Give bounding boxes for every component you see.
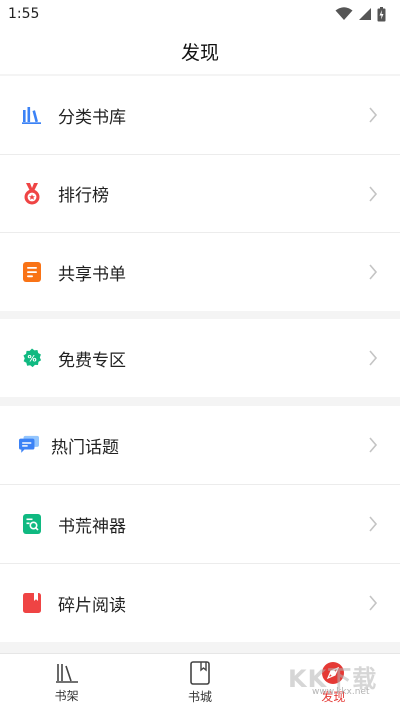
signal-icon: [359, 8, 371, 20]
book-search-icon: [22, 514, 42, 534]
red-book-icon: [22, 593, 42, 613]
list-doc-icon: [22, 262, 42, 282]
chevron-right-icon: [369, 107, 378, 123]
bottom-tab-bar: 书架 书城 发现: [0, 653, 400, 711]
list-item-fragment-reading[interactable]: 碎片阅读: [0, 564, 400, 642]
list-item-label: 分类书库: [58, 107, 126, 128]
chevron-right-icon: [369, 264, 378, 280]
chevron-right-icon: [369, 437, 378, 453]
svg-text:%: %: [27, 354, 36, 364]
status-icons: [335, 6, 386, 22]
chevron-right-icon: [369, 516, 378, 532]
status-bar: 1:55: [0, 0, 400, 28]
wifi-icon: [335, 7, 353, 20]
discover-tab-icon: [322, 661, 345, 684]
list-item-shared-booklist[interactable]: 共享书单: [0, 233, 400, 311]
list-item-book-finder[interactable]: 书荒神器: [0, 485, 400, 563]
tab-label: 书城: [187, 689, 212, 704]
page-title: 发现: [180, 41, 219, 64]
list-item-category-library[interactable]: 分类书库: [0, 76, 400, 154]
chat-bubbles-icon: [19, 435, 39, 455]
list-item-label: 共享书单: [58, 264, 126, 285]
bookshelf-tab-icon: [55, 663, 78, 683]
list-item-label: 书荒神器: [58, 516, 126, 537]
medal-icon: [22, 182, 42, 204]
list-item-free-zone[interactable]: % 免费专区: [0, 319, 400, 397]
tab-label: 发现: [321, 689, 346, 704]
battery-charging-icon: [377, 6, 386, 21]
chevron-right-icon: [369, 185, 378, 202]
list-item-hot-topics[interactable]: 热门话题: [0, 406, 400, 484]
tab-label: 书架: [54, 688, 79, 703]
chevron-right-icon: [369, 595, 378, 611]
header: 发现: [0, 28, 400, 74]
tab-bookstore[interactable]: 书城: [133, 654, 266, 711]
tab-discover[interactable]: 发现: [267, 654, 400, 711]
list-item-label: 碎片阅读: [58, 595, 126, 616]
chevron-right-icon: [369, 350, 378, 366]
discount-badge-icon: %: [22, 348, 42, 368]
list-item-label: 免费专区: [58, 350, 126, 371]
tab-bookshelf[interactable]: 书架: [0, 654, 133, 711]
list-item-label: 排行榜: [58, 186, 109, 206]
status-time: 1:55: [8, 6, 40, 22]
bookshelf-icon: [22, 105, 42, 125]
list-item-label: 热门话题: [51, 437, 119, 458]
book-tab-icon: [190, 660, 210, 685]
list-item-ranking[interactable]: 排行榜: [0, 155, 400, 232]
